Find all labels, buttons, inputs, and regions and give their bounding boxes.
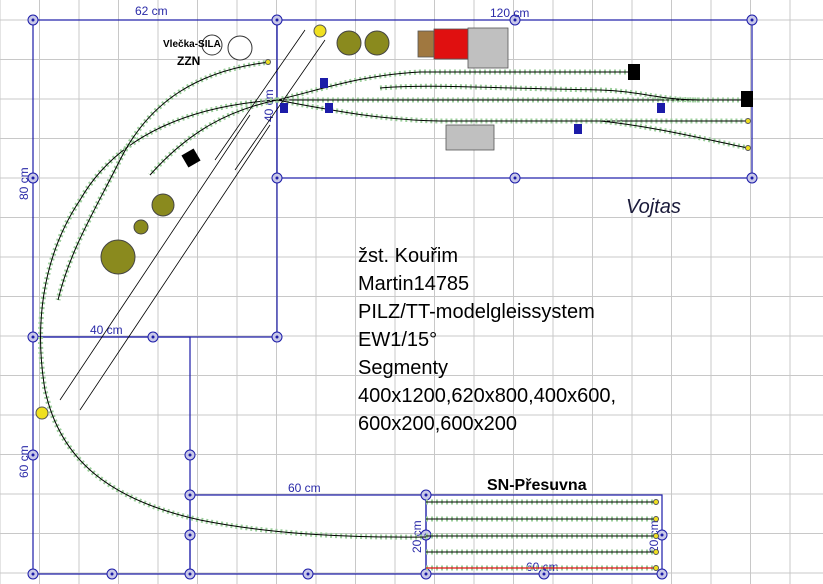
buffer-stop-1: [628, 64, 640, 80]
bolt-center: [188, 453, 192, 457]
signal-yellow-top: [313, 24, 327, 38]
bolt-center: [31, 572, 35, 576]
info-line-1: žst. Kouřim: [358, 245, 458, 267]
switch-motor-3: [320, 78, 328, 88]
silo-left-large: [100, 239, 136, 275]
track-end-marker: [745, 145, 751, 151]
switch-motor-2: [325, 103, 333, 113]
track-end-marker: [265, 59, 271, 65]
dim-bottom: 60 cm: [288, 481, 321, 495]
bolt-center: [31, 176, 35, 180]
switch-motor-5: [657, 103, 665, 113]
track-ballast: [276, 97, 748, 124]
bolt-center: [110, 572, 114, 576]
bolt-center: [424, 572, 428, 576]
track-end-marker: [745, 118, 751, 124]
bolt-center: [306, 572, 310, 576]
track-ballast: [599, 118, 749, 151]
dim-top-left: 62 cm: [135, 4, 168, 18]
track-line: [57, 61, 271, 301]
silo-top-2: [364, 30, 390, 56]
silo-top-1: [336, 30, 362, 56]
info-block: žst. Kouřim Martin14785 PILZ/TT-modelgle…: [358, 245, 616, 435]
track-end-marker: [653, 499, 659, 505]
bolt-center: [750, 18, 754, 22]
bolt-center: [31, 453, 35, 457]
bolt-center: [275, 176, 279, 180]
buffer-stop-2: [741, 91, 753, 107]
building-red: [433, 28, 469, 60]
siding-label: Vlečka-SILA: [163, 39, 221, 50]
track-end-marker: [653, 549, 659, 555]
building-grey-large: [467, 27, 509, 69]
info-line-7: 600x200,600x200: [358, 413, 517, 435]
track-ballast: [55, 59, 271, 301]
bolt-center: [513, 176, 517, 180]
info-line-4: EW1/15°: [358, 329, 437, 351]
buildings: [417, 27, 509, 151]
owner-label: Vojtas: [626, 196, 681, 218]
dim-top-right: 120 cm: [490, 6, 529, 20]
building-brown: [417, 30, 435, 58]
bolt-center: [750, 176, 754, 180]
info-line-3: PILZ/TT-modelgleissystem: [358, 301, 595, 323]
info-line-5: Segmenty: [358, 357, 448, 379]
track-end-marker: [653, 565, 659, 571]
dim-mid-vertical: 40 cm: [262, 89, 276, 122]
bolt-center: [151, 335, 155, 339]
bolt-center: [424, 493, 428, 497]
switch-motor-4: [574, 124, 582, 134]
bolt-center: [660, 572, 664, 576]
layout-plan: 62 cm 120 cm 80 cm 40 cm 40 cm 60 cm 60 …: [0, 0, 823, 584]
track-end-marker: [653, 533, 659, 539]
bolt-center: [31, 18, 35, 22]
bolt-center: [188, 572, 192, 576]
silo-left-medium: [151, 193, 175, 217]
info-line-2: Martin14785: [358, 273, 469, 295]
siding-circle-2: [227, 35, 253, 61]
dim-lower-left: 60 cm: [17, 445, 31, 478]
bolt-center: [188, 493, 192, 497]
baseboard-bottom: [189, 494, 427, 575]
bolt-center: [275, 18, 279, 22]
zzn-label: ZZN: [177, 54, 200, 68]
baseboard-lower-left: [32, 336, 191, 575]
signal-yellow-left: [35, 406, 49, 420]
track-end-marker: [653, 516, 659, 522]
info-line-6: 400x1200,620x800,400x600,: [358, 385, 616, 407]
transfer-label: SN-Přesuvna: [487, 477, 587, 494]
silo-left-small: [133, 219, 149, 235]
bolt-center: [188, 533, 192, 537]
bolt-center: [275, 335, 279, 339]
switch-motor-1: [280, 103, 288, 113]
building-grey-platform: [445, 124, 495, 151]
bolt-center: [31, 335, 35, 339]
dim-left-side: 80 cm: [17, 167, 31, 200]
